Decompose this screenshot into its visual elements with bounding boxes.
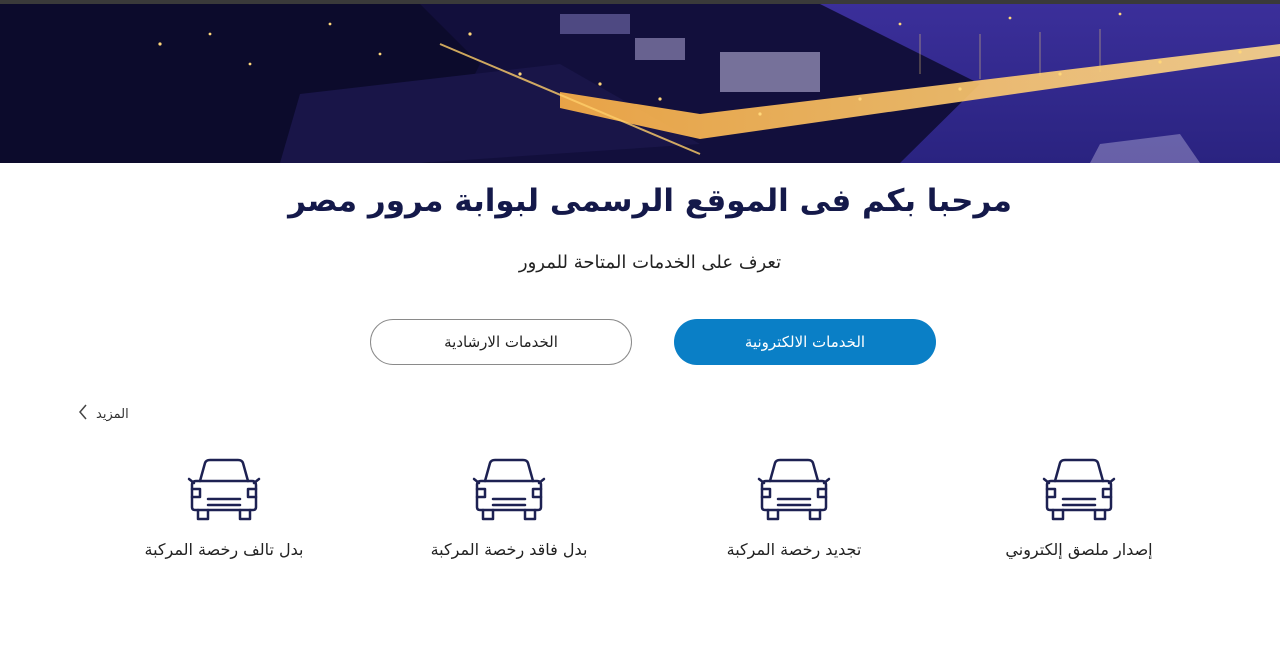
- service-label: إصدار ملصق إلكتروني: [1005, 540, 1153, 559]
- service-item-damaged-license[interactable]: بدل تالف رخصة المركبة: [109, 455, 339, 559]
- hero-banner-image: [0, 4, 1280, 163]
- service-label: بدل فاقد رخصة المركبة: [430, 540, 588, 559]
- car-icon: [472, 458, 546, 521]
- service-item-lost-license[interactable]: بدل فاقد رخصة المركبة: [394, 455, 624, 559]
- more-link[interactable]: المزيد: [78, 403, 129, 425]
- car-icon: [187, 458, 261, 521]
- tab-guidance-services[interactable]: الخدمات الارشادية: [370, 319, 632, 365]
- service-item-renew-license[interactable]: تجديد رخصة المركبة: [679, 455, 909, 559]
- tab-electronic-services[interactable]: الخدمات الالكترونية: [674, 319, 936, 365]
- service-label: بدل تالف رخصة المركبة: [144, 540, 304, 559]
- service-item-electronic-sticker[interactable]: إصدار ملصق إلكتروني: [964, 455, 1194, 559]
- page-subtitle: تعرف على الخدمات المتاحة للمرور: [518, 252, 782, 273]
- car-icon: [757, 458, 831, 521]
- service-label: تجديد رخصة المركبة: [726, 540, 862, 559]
- more-link-label: المزيد: [96, 406, 129, 422]
- car-icon: [1042, 458, 1116, 521]
- page-title: مرحبا بكم فى الموقع الرسمى لبوابة مرور م…: [288, 183, 1012, 219]
- chevron-left-icon: [78, 404, 88, 424]
